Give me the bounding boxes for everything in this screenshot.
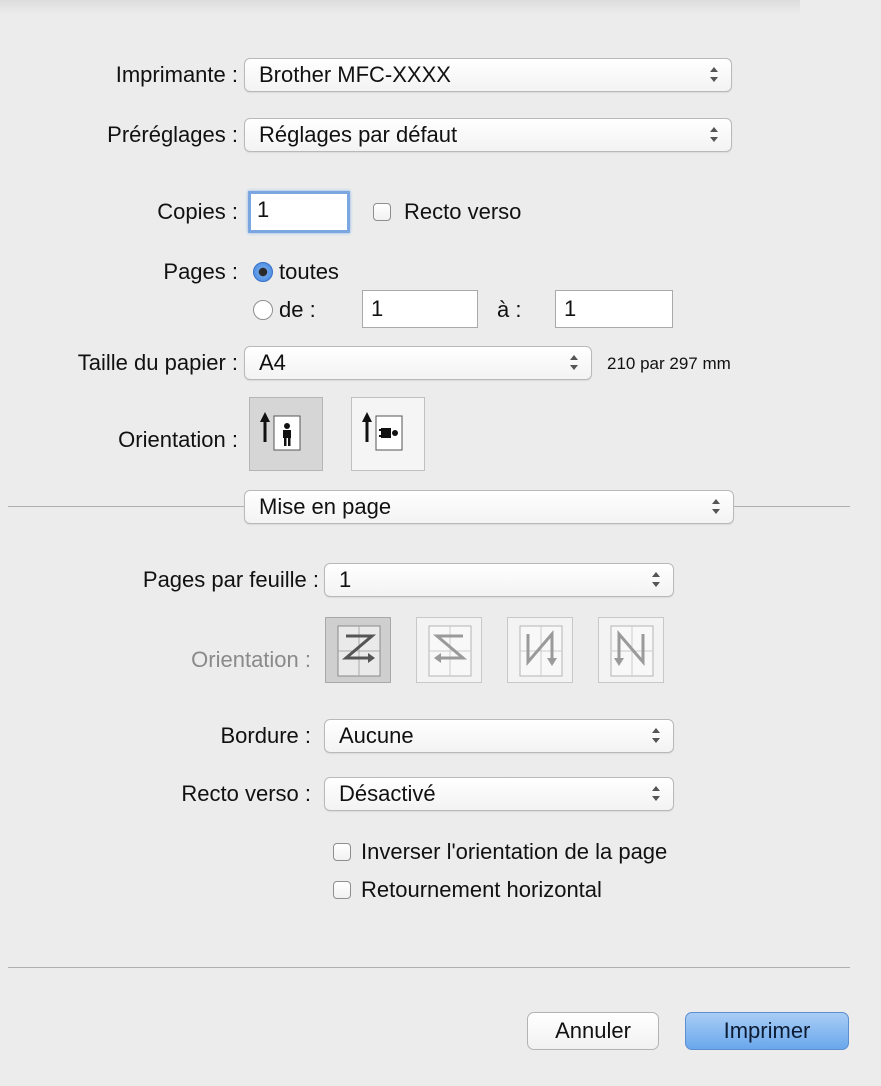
pages-to-input[interactable]: 1	[555, 290, 673, 328]
pages-per-sheet-value: 1	[339, 567, 352, 592]
updown-arrows-icon	[651, 724, 661, 748]
print-button[interactable]: Imprimer	[685, 1012, 849, 1050]
paper-size-select[interactable]: A4	[244, 346, 592, 380]
layout-direction-n-button[interactable]	[507, 617, 573, 683]
paper-size-label: Taille du papier :	[77, 350, 238, 375]
section-divider-right	[734, 506, 850, 507]
updown-arrows-icon	[651, 568, 661, 592]
title-shadow	[0, 0, 800, 14]
bottom-divider	[8, 967, 850, 968]
section-divider-left	[8, 506, 244, 507]
layout-z-icon	[337, 625, 381, 677]
layout-direction-reverse-n-button[interactable]	[598, 617, 664, 683]
border-label: Bordure :	[220, 723, 312, 748]
portrait-button[interactable]	[249, 397, 323, 471]
printer-label: Imprimante :	[115, 62, 238, 87]
two-sided-value: Désactivé	[339, 781, 436, 806]
cancel-button[interactable]: Annuler	[527, 1012, 659, 1050]
presets-label: Préréglages :	[107, 122, 238, 147]
pages-per-sheet-select[interactable]: 1	[324, 563, 674, 597]
printer-select[interactable]: Brother MFC-XXXX	[244, 58, 732, 92]
layout-n-icon	[519, 625, 563, 677]
layout-direction-z-button[interactable]	[325, 617, 391, 683]
layout-direction-label: Orientation :	[191, 647, 311, 672]
two-sided-select[interactable]: Désactivé	[324, 777, 674, 811]
layout-reverse-z-icon	[428, 625, 472, 677]
updown-arrows-icon	[709, 63, 719, 87]
copies-label: Copies :	[157, 199, 238, 224]
horizontal-flip-checkbox[interactable]	[333, 881, 351, 899]
border-value: Aucune	[339, 723, 414, 748]
updown-arrows-icon	[711, 495, 721, 519]
updown-arrows-icon	[651, 782, 661, 806]
layout-direction-reverse-z-button[interactable]	[416, 617, 482, 683]
printer-value: Brother MFC-XXXX	[259, 62, 451, 87]
layout-reverse-n-icon	[610, 625, 654, 677]
presets-value: Réglages par défaut	[259, 122, 458, 147]
pages-all-radio[interactable]	[253, 262, 273, 282]
copies-input[interactable]: 1	[248, 191, 350, 233]
pages-per-sheet-label: Pages par feuille :	[142, 567, 319, 592]
updown-arrows-icon	[709, 123, 719, 147]
border-select[interactable]: Aucune	[324, 719, 674, 753]
landscape-button[interactable]	[351, 397, 425, 471]
duplex-checkbox-label: Recto verso	[404, 199, 522, 224]
pages-range-radio[interactable]	[253, 300, 273, 320]
reverse-orientation-checkbox[interactable]	[333, 843, 351, 861]
landscape-orientation-icon	[362, 412, 403, 451]
pages-to-label: à :	[497, 297, 522, 322]
paper-size-value: A4	[259, 350, 286, 375]
pages-all-label: toutes	[279, 259, 339, 284]
section-select[interactable]: Mise en page	[244, 490, 734, 524]
pages-range-label: de :	[279, 297, 316, 322]
reverse-orientation-label: Inverser l'orientation de la page	[361, 839, 668, 864]
updown-arrows-icon	[569, 351, 579, 375]
paper-dimensions: 210 par 297 mm	[607, 354, 731, 373]
pages-label: Pages :	[163, 259, 238, 284]
horizontal-flip-label: Retournement horizontal	[361, 877, 602, 902]
pages-from-input[interactable]: 1	[362, 290, 478, 328]
orientation-label: Orientation :	[118, 427, 238, 452]
presets-select[interactable]: Réglages par défaut	[244, 118, 732, 152]
two-sided-label: Recto verso :	[181, 781, 311, 806]
section-value: Mise en page	[259, 494, 392, 519]
portrait-orientation-icon	[260, 412, 301, 451]
duplex-checkbox[interactable]	[373, 203, 391, 221]
